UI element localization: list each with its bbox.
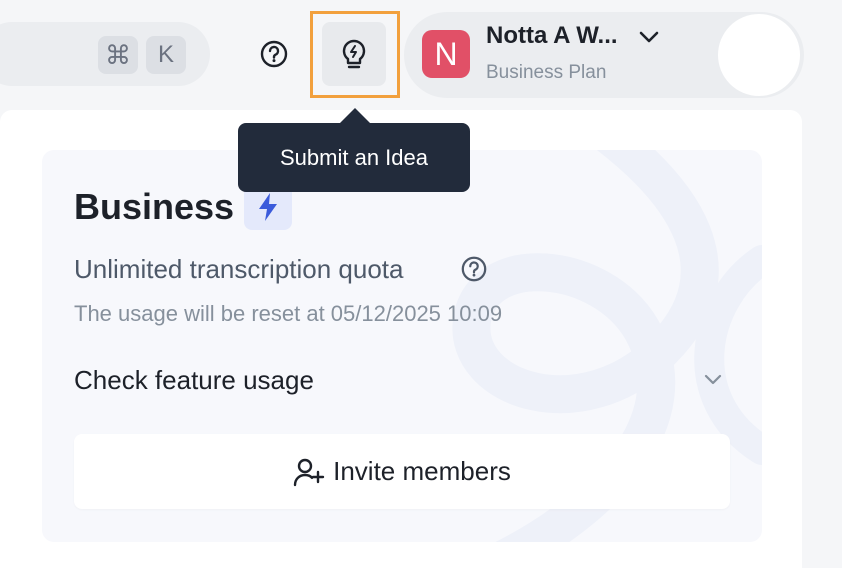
account-name[interactable]: Notta A W... (486, 22, 618, 50)
command-key-badge: ⌘ (98, 36, 138, 74)
invite-members-button[interactable]: Invite members (74, 434, 730, 509)
question-circle-icon (260, 40, 288, 68)
chevron-down-icon[interactable] (636, 26, 662, 48)
k-key-badge: K (146, 36, 186, 74)
quota-text: Unlimited transcription quota (74, 254, 404, 284)
check-feature-usage-toggle[interactable]: Check feature usage (74, 365, 314, 396)
user-avatar[interactable] (718, 14, 800, 96)
workspace-avatar: N (422, 30, 470, 78)
highlight-box (310, 11, 400, 98)
question-circle-icon[interactable] (460, 255, 488, 283)
submit-idea-tooltip: Submit an Idea (238, 123, 470, 192)
add-user-icon (293, 458, 325, 486)
chevron-down-icon[interactable] (702, 370, 724, 390)
account-plan: Business Plan (486, 62, 607, 83)
tooltip-arrow (339, 108, 371, 124)
plan-title: Business (74, 186, 235, 227)
lightning-bolt-icon (259, 193, 277, 221)
help-button[interactable] (256, 36, 292, 72)
usage-reset-notice: The usage will be reset at 05/12/2025 10… (74, 301, 503, 326)
invite-members-label: Invite members (333, 456, 511, 486)
